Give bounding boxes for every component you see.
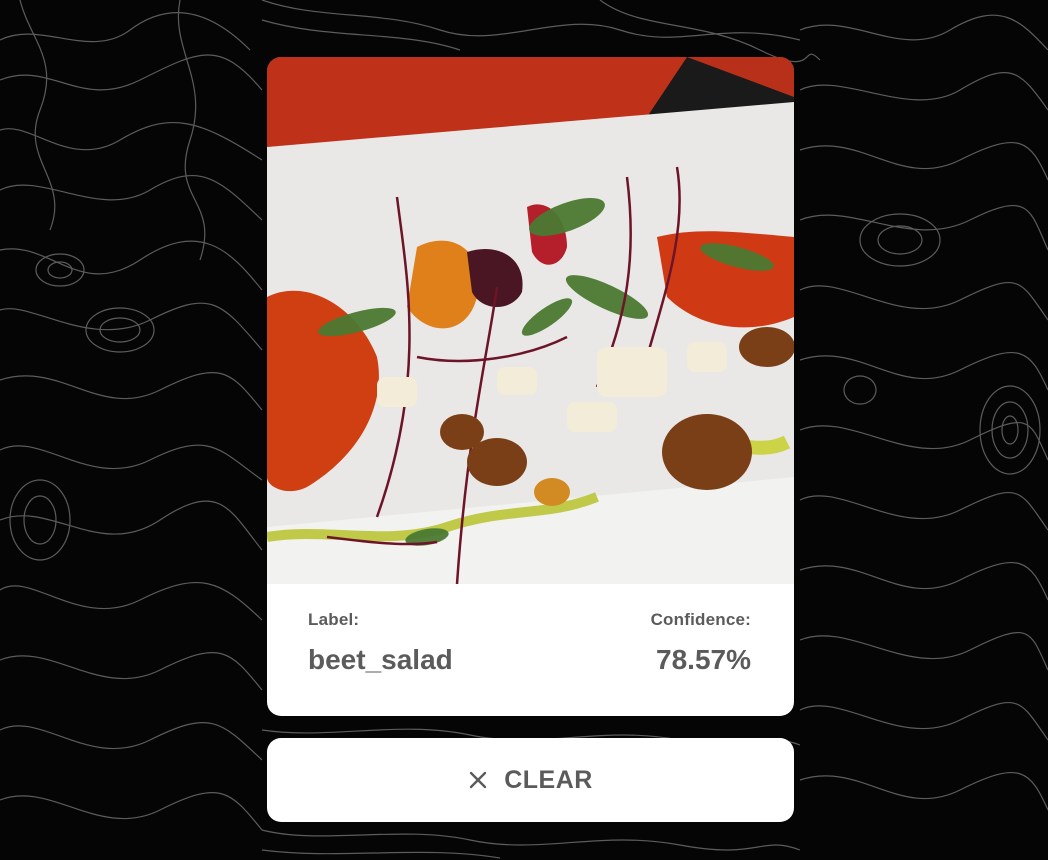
clear-button-label: CLEAR	[504, 765, 593, 794]
label-section: Label: beet_salad	[308, 610, 453, 676]
prediction-card: Label: beet_salad Confidence: 78.57%	[267, 57, 794, 716]
prediction-info: Label: beet_salad Confidence: 78.57%	[267, 584, 794, 716]
label-value: beet_salad	[308, 644, 453, 675]
confidence-caption: Confidence:	[650, 610, 751, 629]
close-icon	[468, 770, 488, 790]
uploaded-food-image	[267, 57, 794, 584]
clear-button[interactable]: CLEAR	[267, 738, 794, 822]
confidence-value: 78.57%	[656, 644, 751, 675]
confidence-section: Confidence: 78.57%	[651, 610, 751, 676]
label-caption: Label:	[308, 610, 360, 629]
